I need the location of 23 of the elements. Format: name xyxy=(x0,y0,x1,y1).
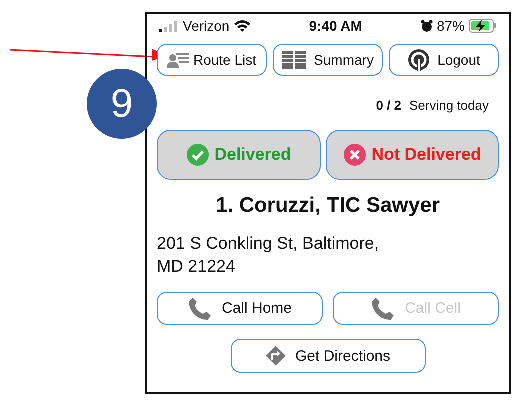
serving-label: Serving today xyxy=(410,98,489,113)
power-icon xyxy=(408,49,430,71)
phone-icon xyxy=(371,296,396,320)
get-directions-button[interactable]: Get Directions xyxy=(230,339,426,373)
table-icon xyxy=(282,51,306,69)
cross-circle-icon xyxy=(344,144,366,166)
clock-time: 9:40 AM xyxy=(309,18,362,34)
carrier-name: Verizon xyxy=(183,18,230,34)
logout-button[interactable]: Logout xyxy=(389,44,499,76)
call-button[interactable]: Call Home xyxy=(157,292,323,325)
stop-address: 201 S Conkling St, Baltimore, MD 21224 xyxy=(157,233,380,278)
wifi-icon xyxy=(234,20,251,32)
check-circle-icon xyxy=(186,144,209,166)
alarm-icon xyxy=(420,20,433,32)
phone-icon xyxy=(188,296,212,320)
summary-button[interactable]: Summary xyxy=(273,44,383,76)
route-list-button[interactable]: Route List xyxy=(157,44,267,76)
served-count: 0 / 2 xyxy=(376,98,402,113)
step-number-badge: 9 xyxy=(87,69,157,139)
stop-name: 1. Coruzzi, TIC Sawyer xyxy=(214,194,442,218)
person-list-icon xyxy=(167,52,190,68)
battery-percent: 87% xyxy=(436,18,465,34)
signal-icon xyxy=(159,20,179,32)
